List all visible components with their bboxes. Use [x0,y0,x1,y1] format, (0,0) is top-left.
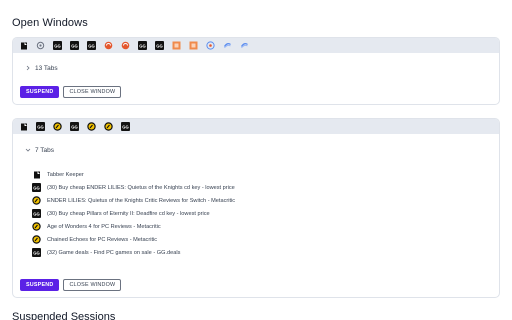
svg-text:GG: GG [88,43,95,48]
page-title: Open Windows [12,17,88,29]
tabber-icon[interactable] [18,40,29,51]
favicon-strip: GG GG GG GG GG [13,38,499,53]
gg-icon[interactable]: GG [154,40,165,51]
metacritic-icon [31,234,42,245]
svg-text:GG: GG [156,43,163,48]
gg-icon: GG [31,208,42,219]
tab-title: (30) Buy cheap Pillars of Eternity II: D… [47,210,210,217]
tab-title: Age of Wonders 4 for PC Reviews - Metacr… [47,223,161,230]
svg-text:GG: GG [122,124,129,129]
settings-icon[interactable] [35,40,46,51]
favicon-strip: GG GG GG [13,119,499,134]
red-swirl-icon[interactable] [120,40,131,51]
tab-list-item[interactable]: ENDER LILIES: Quietus of the Knights Cri… [31,194,235,207]
metacritic-icon [31,195,42,206]
gg-icon[interactable]: GG [35,121,46,132]
metacritic-icon[interactable] [103,121,114,132]
blue-globe-icon[interactable] [205,40,216,51]
gg-icon[interactable]: GG [86,40,97,51]
tabs-count: 13 Tabs [35,64,58,72]
tab-title: ENDER LILIES: Quietus of the Knights Cri… [47,197,236,204]
close-window-button[interactable]: CLOSE WINDOW [63,279,122,291]
tab-list-item[interactable]: Chained Echoes for PC Reviews - Metacrit… [31,233,235,246]
suspend-button[interactable]: SUSPEND [20,279,60,291]
window-card-1: GG GG GG GG GG 13 Tabs SUSPEND CLOSE WINDOW [12,37,500,105]
svg-text:GG: GG [54,43,61,48]
tabber-icon[interactable] [18,121,29,132]
gg-icon: GG [31,247,42,258]
window-card-2: GG GG GG 7 Tabs Tabber Keeper GG (30) Buy ch… [12,118,500,298]
svg-text:GG: GG [71,124,78,129]
svg-text:GG: GG [33,185,40,190]
tab-list-item[interactable]: Age of Wonders 4 for PC Reviews - Metacr… [31,220,235,233]
blue-swirl-icon[interactable] [239,40,250,51]
svg-text:GG: GG [37,124,44,129]
svg-text:GG: GG [33,211,40,216]
gg-icon[interactable]: GG [52,40,63,51]
tab-list: Tabber Keeper GG (30) Buy cheap ENDER LILI… [31,168,235,259]
metacritic-icon[interactable] [52,121,63,132]
tabs-toggle[interactable]: 7 Tabs [24,146,54,154]
tab-list-item[interactable]: GG (30) Buy cheap Pillars of Eternity II:… [31,207,235,220]
gg-icon[interactable]: GG [120,121,131,132]
tab-list-item[interactable]: GG (32) Game deals - Find PC games on sal… [31,246,235,259]
gg-icon[interactable]: GG [137,40,148,51]
orange-square-icon[interactable] [188,40,199,51]
gg-icon[interactable]: GG [69,121,80,132]
tabber-icon [31,169,42,180]
suspend-button[interactable]: SUSPEND [20,86,60,98]
blue-swirl-icon[interactable] [222,40,233,51]
chevron-down-icon [24,146,32,154]
gg-icon: GG [31,182,42,193]
svg-text:GG: GG [71,43,78,48]
orange-square-icon[interactable] [171,40,182,51]
tabs-toggle[interactable]: 13 Tabs [24,64,58,72]
close-window-button[interactable]: CLOSE WINDOW [63,86,122,98]
gg-icon[interactable]: GG [69,40,80,51]
svg-text:GG: GG [139,43,146,48]
metacritic-icon [31,221,42,232]
suspended-sessions-title: Suspended Sessions [12,311,116,320]
red-swirl-icon[interactable] [103,40,114,51]
metacritic-icon[interactable] [86,121,97,132]
svg-text:GG: GG [33,250,40,255]
tab-list-item[interactable]: Tabber Keeper [31,168,235,181]
tabs-count: 7 Tabs [35,146,55,154]
tab-title: Chained Echoes for PC Reviews - Metacrit… [47,236,158,243]
tab-title: Tabber Keeper [47,171,84,178]
tab-title: (32) Game deals - Find PC games on sale … [47,249,181,256]
tab-list-item[interactable]: GG (30) Buy cheap ENDER LILIES: Quietus o… [31,181,235,194]
chevron-right-icon [24,64,32,72]
tab-title: (30) Buy cheap ENDER LILIES: Quietus of … [47,184,235,191]
